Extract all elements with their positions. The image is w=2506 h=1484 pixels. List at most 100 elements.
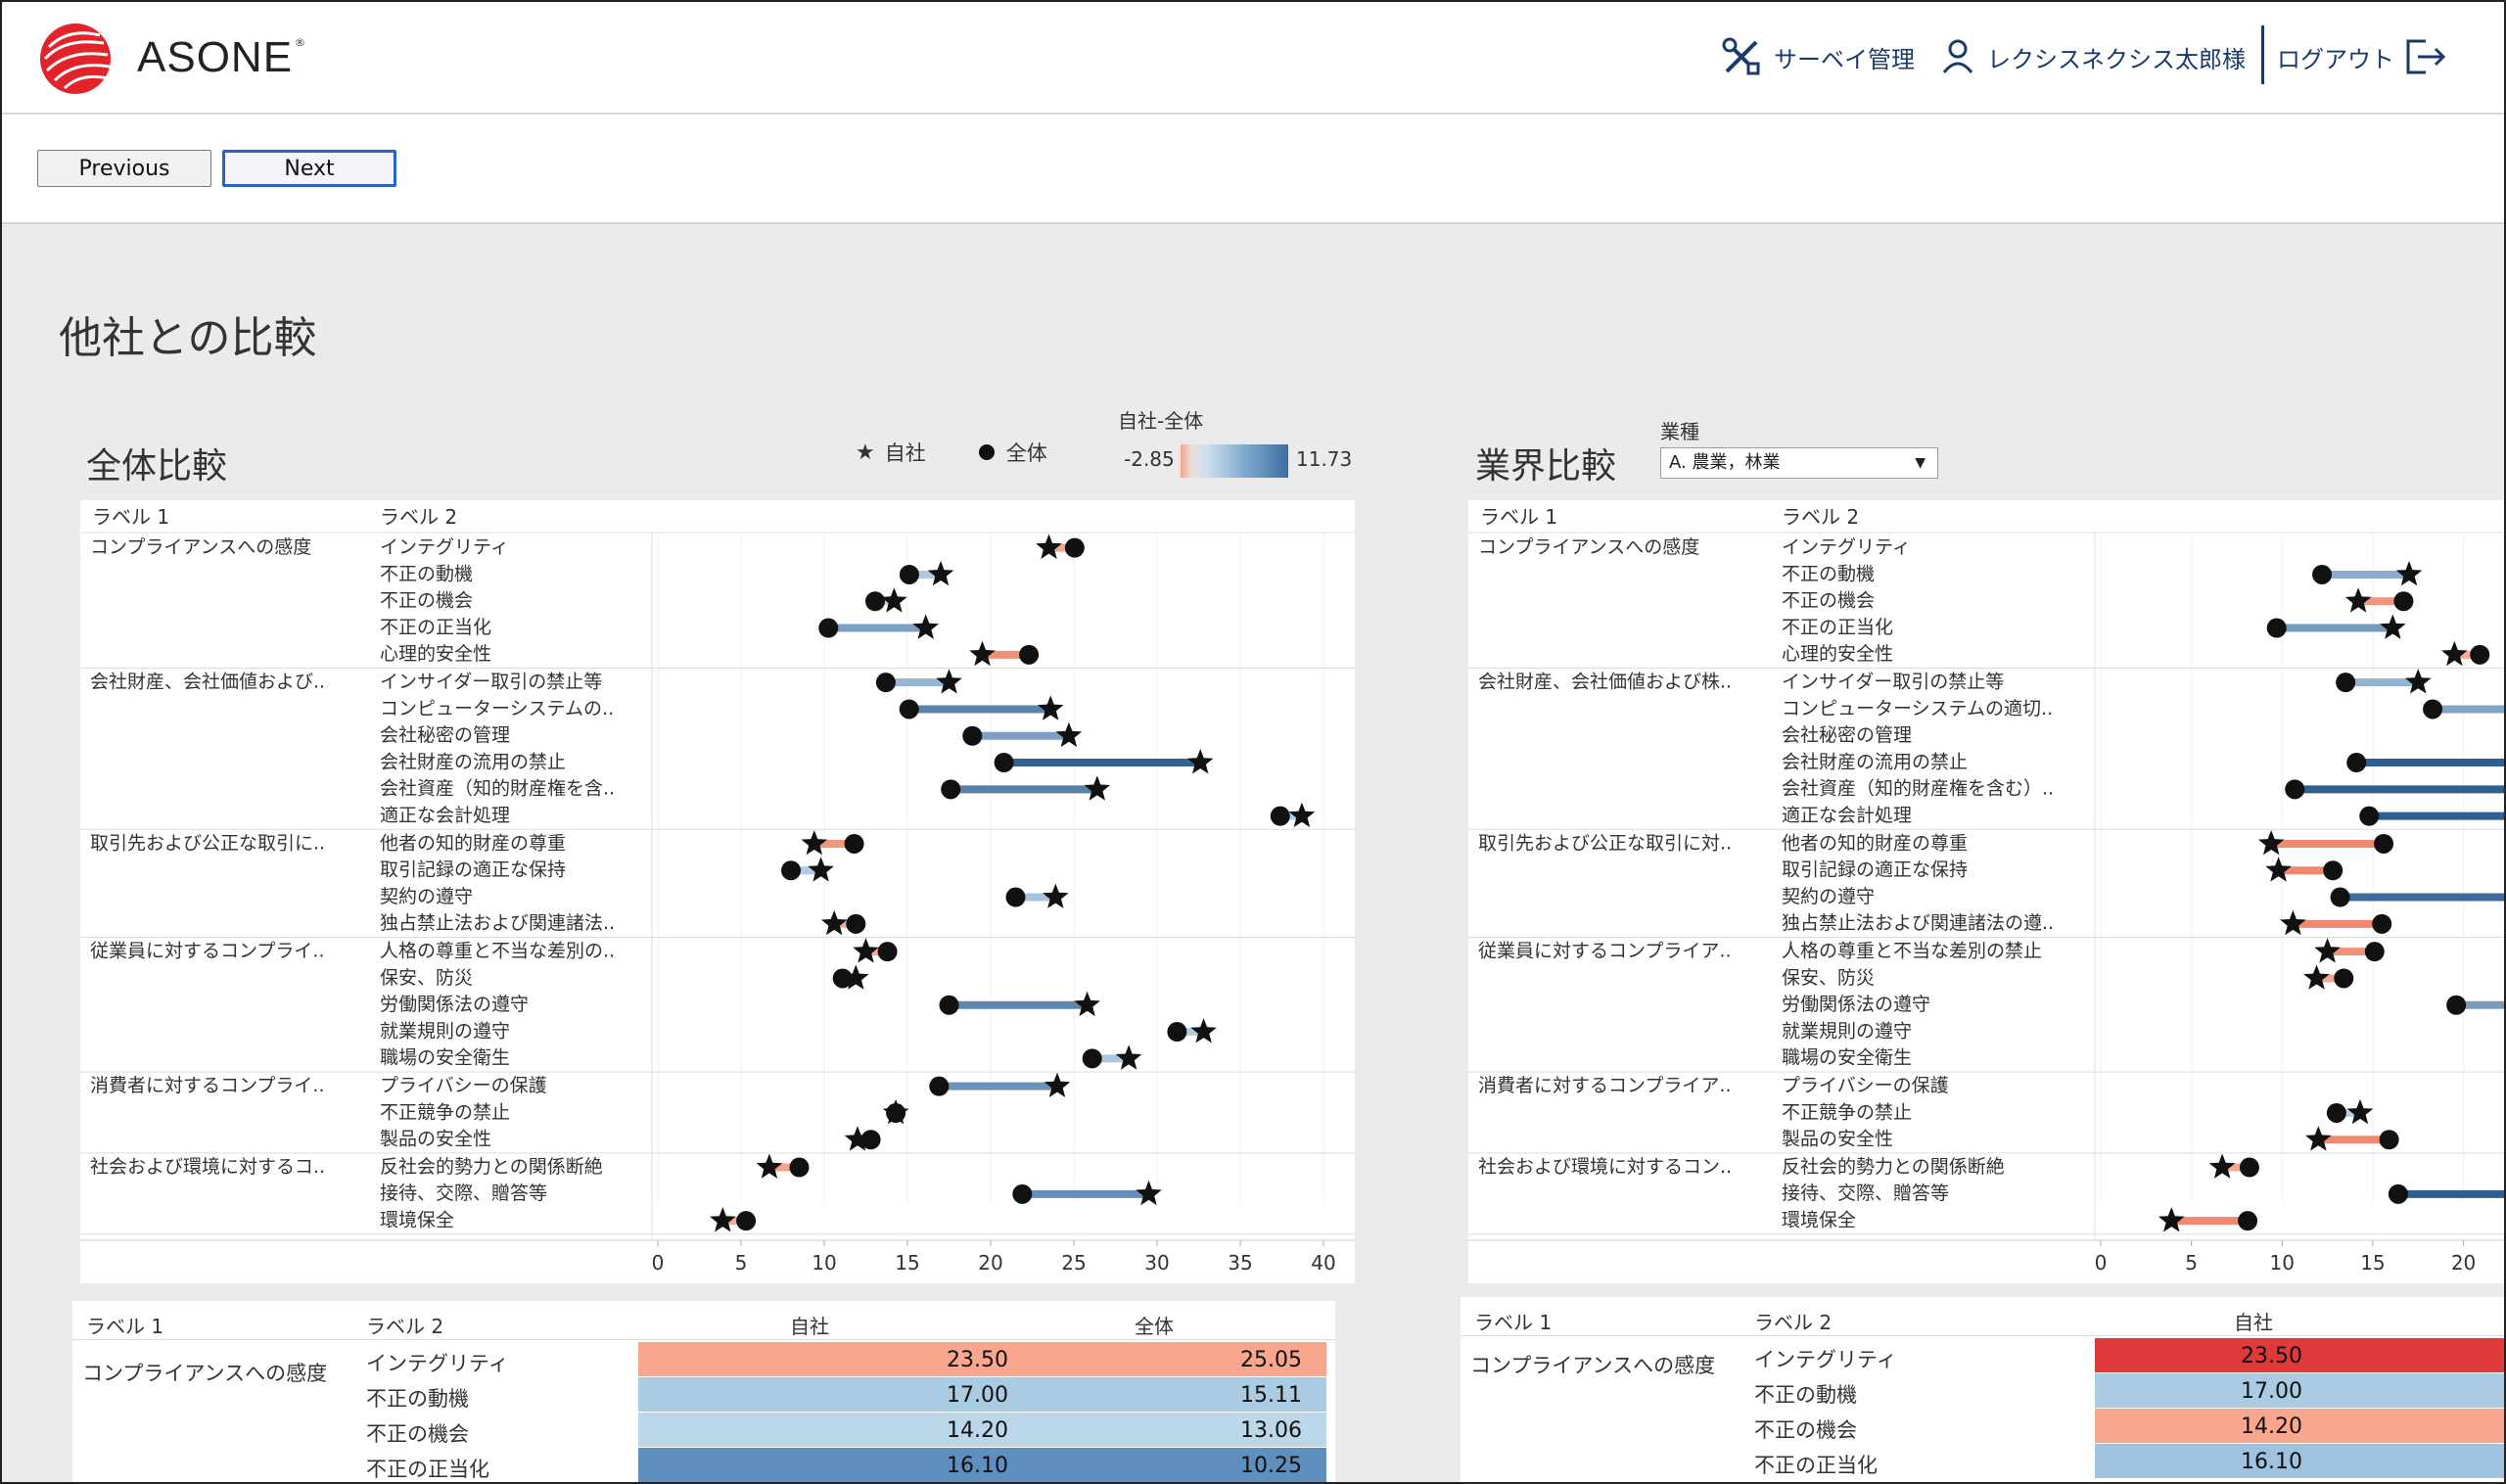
row-label: プライバシーの保護 xyxy=(1782,1075,1949,1096)
pager-bar: Previous Next xyxy=(2,115,2504,224)
self-star-mark xyxy=(1190,1018,1217,1043)
tools-icon xyxy=(1722,37,1760,75)
colorbar xyxy=(1181,444,1288,478)
globe-logo-icon xyxy=(40,23,111,94)
row-label: 保安、防災 xyxy=(380,967,473,989)
colorbar-title: 自社-全体 xyxy=(1118,409,1204,433)
all-dot-mark xyxy=(2330,887,2350,907)
all-dot-mark xyxy=(994,753,1014,773)
industry-table: ラベル 1 ラベル 2 自社 コンプライアンスへの感度 インテグリティ 23.50… xyxy=(1461,1297,2504,1482)
industry-table-col-label1: ラベル 1 xyxy=(1474,1311,1553,1334)
table-all-value: 13.06 xyxy=(1240,1418,1302,1443)
row-label: インテグリティ xyxy=(380,536,509,558)
logout-label: ログアウト xyxy=(2277,45,2394,73)
industry-select[interactable]: A. 農業，林業 ▼ xyxy=(1660,447,1938,479)
all-dot-mark xyxy=(2393,591,2414,612)
self-star-mark xyxy=(1043,883,1069,908)
group-label: 取引先および公正な取引に.. xyxy=(90,832,325,854)
row-label: 不正の機会 xyxy=(380,590,473,612)
all-dot-mark xyxy=(2364,942,2385,962)
row-label: 不正の機会 xyxy=(1782,590,1875,612)
row-label: 反社会的勢力との関係断絶 xyxy=(380,1156,603,1178)
all-dot-mark xyxy=(2446,995,2467,1015)
col-header-label1: ラベル 1 xyxy=(1480,505,1557,529)
all-dot-mark xyxy=(2266,618,2287,638)
group-label: 従業員に対するコンプライア.. xyxy=(1478,941,1732,962)
row-label: 人格の尊重と不当な差別の禁止 xyxy=(1782,941,2042,962)
legend-self: 自社 xyxy=(884,441,926,465)
star-icon: ★ xyxy=(856,440,875,465)
self-star-mark xyxy=(881,587,907,613)
row-label: 会社資産（知的財産権を含む）.. xyxy=(1782,778,2054,800)
next-button[interactable]: Next xyxy=(222,150,396,187)
x-tick-label: 25 xyxy=(1061,1251,1086,1275)
row-label: 労働関係法の遵守 xyxy=(1782,994,1930,1015)
row-label: 環境保全 xyxy=(380,1210,454,1231)
table-row-label: 不正の動機 xyxy=(366,1387,469,1411)
all-dot-mark xyxy=(899,699,919,719)
survey-admin-link[interactable]: サーベイ管理 xyxy=(1721,31,1915,82)
row-label: 労働関係法の遵守 xyxy=(380,994,529,1015)
self-star-mark xyxy=(2395,561,2423,586)
row-label: 保安、防災 xyxy=(1782,967,1875,989)
all-dot-mark xyxy=(2239,1157,2259,1178)
self-star-mark xyxy=(969,640,996,667)
x-tick-label: 20 xyxy=(978,1251,1002,1275)
row-label: 就業規則の遵守 xyxy=(380,1020,510,1042)
x-tick-label: 0 xyxy=(2095,1251,2108,1275)
row-label: 不正競争の禁止 xyxy=(1782,1101,1912,1123)
x-tick-label: 40 xyxy=(1311,1251,1335,1275)
x-tick-label: 15 xyxy=(2360,1251,2385,1275)
self-star-mark xyxy=(936,669,962,694)
user-menu[interactable]: レクシスネクシス太郎様 xyxy=(1940,31,2246,82)
table-all-value: 15.11 xyxy=(1240,1383,1302,1408)
previous-button[interactable]: Previous xyxy=(37,150,211,187)
row-label: 不正競争の禁止 xyxy=(380,1101,510,1123)
row-label: インサイダー取引の禁止等 xyxy=(380,672,602,693)
row-label: 接待、交際、贈答等 xyxy=(1782,1183,1949,1204)
self-star-mark xyxy=(912,614,939,639)
legend-all: 全体 xyxy=(1005,441,1047,465)
all-dot-mark xyxy=(1012,1183,1033,1204)
colorbar-min: -2.85 xyxy=(1124,447,1175,471)
colorbar-max: 11.73 xyxy=(1296,447,1353,471)
row-label: 不正の正当化 xyxy=(380,617,491,638)
self-star-mark xyxy=(1074,991,1100,1017)
row-label: 独占禁止法および関連諸法.. xyxy=(380,912,615,934)
industry-dumbbell-chart: ラベル 1 ラベル 2 コンプライアンスへの感度 インテグリティ不正の動機不正の機会不… xyxy=(1468,505,2504,1275)
all-dot-mark xyxy=(875,672,896,693)
row-label: 会社財産の流用の禁止 xyxy=(1782,751,1968,772)
x-tick-label: 20 xyxy=(2451,1251,2476,1275)
user-icon xyxy=(1942,39,1973,73)
row-label: 製品の安全性 xyxy=(1782,1129,1893,1150)
logout-link[interactable]: ログアウト xyxy=(2277,31,2447,82)
group-label: 社会および環境に対するコ.. xyxy=(90,1156,325,1178)
group-label: コンプライアンスへの感度 xyxy=(90,536,311,558)
dot-icon xyxy=(978,444,995,460)
row-label: 製品の安全性 xyxy=(380,1129,491,1150)
all-dot-mark xyxy=(2372,913,2392,934)
all-dot-mark xyxy=(941,779,961,800)
overall-title: 全体比較 xyxy=(86,446,228,487)
overall-legend: ★ 自社 全体 xyxy=(856,438,1047,467)
self-star-mark xyxy=(1186,749,1214,774)
overall-table-col-label1: ラベル 1 xyxy=(86,1315,164,1338)
table-row-label: 不正の機会 xyxy=(366,1422,469,1446)
survey-admin-label: サーベイ管理 xyxy=(1774,45,1915,73)
self-star-mark xyxy=(756,1153,783,1179)
industry-table-col-label2: ラベル 2 xyxy=(1754,1311,1833,1334)
all-dot-mark xyxy=(789,1157,810,1178)
group-label: 社会および環境に対するコン.. xyxy=(1478,1156,1732,1178)
overall-chart-panel: ラベル 1 ラベル 2 コンプライアンスへの感度 インテグリティ 不正の動機 不正の機会不… xyxy=(80,500,1355,1283)
self-star-mark xyxy=(2158,1207,2185,1232)
x-tick-label: 35 xyxy=(1228,1251,1252,1275)
table-self-value: 23.50 xyxy=(2241,1344,2302,1368)
table-self-value: 17.00 xyxy=(947,1383,1008,1408)
all-dot-mark xyxy=(2334,968,2354,989)
brand-logo[interactable]: ASONE ® xyxy=(35,18,305,98)
overall-table-col-all: 全体 xyxy=(1135,1315,1174,1338)
x-tick-label: 30 xyxy=(1144,1251,1169,1275)
all-dot-mark xyxy=(844,833,864,854)
row-label: 会社財産の流用の禁止 xyxy=(380,751,566,772)
all-dot-mark xyxy=(2323,860,2344,881)
